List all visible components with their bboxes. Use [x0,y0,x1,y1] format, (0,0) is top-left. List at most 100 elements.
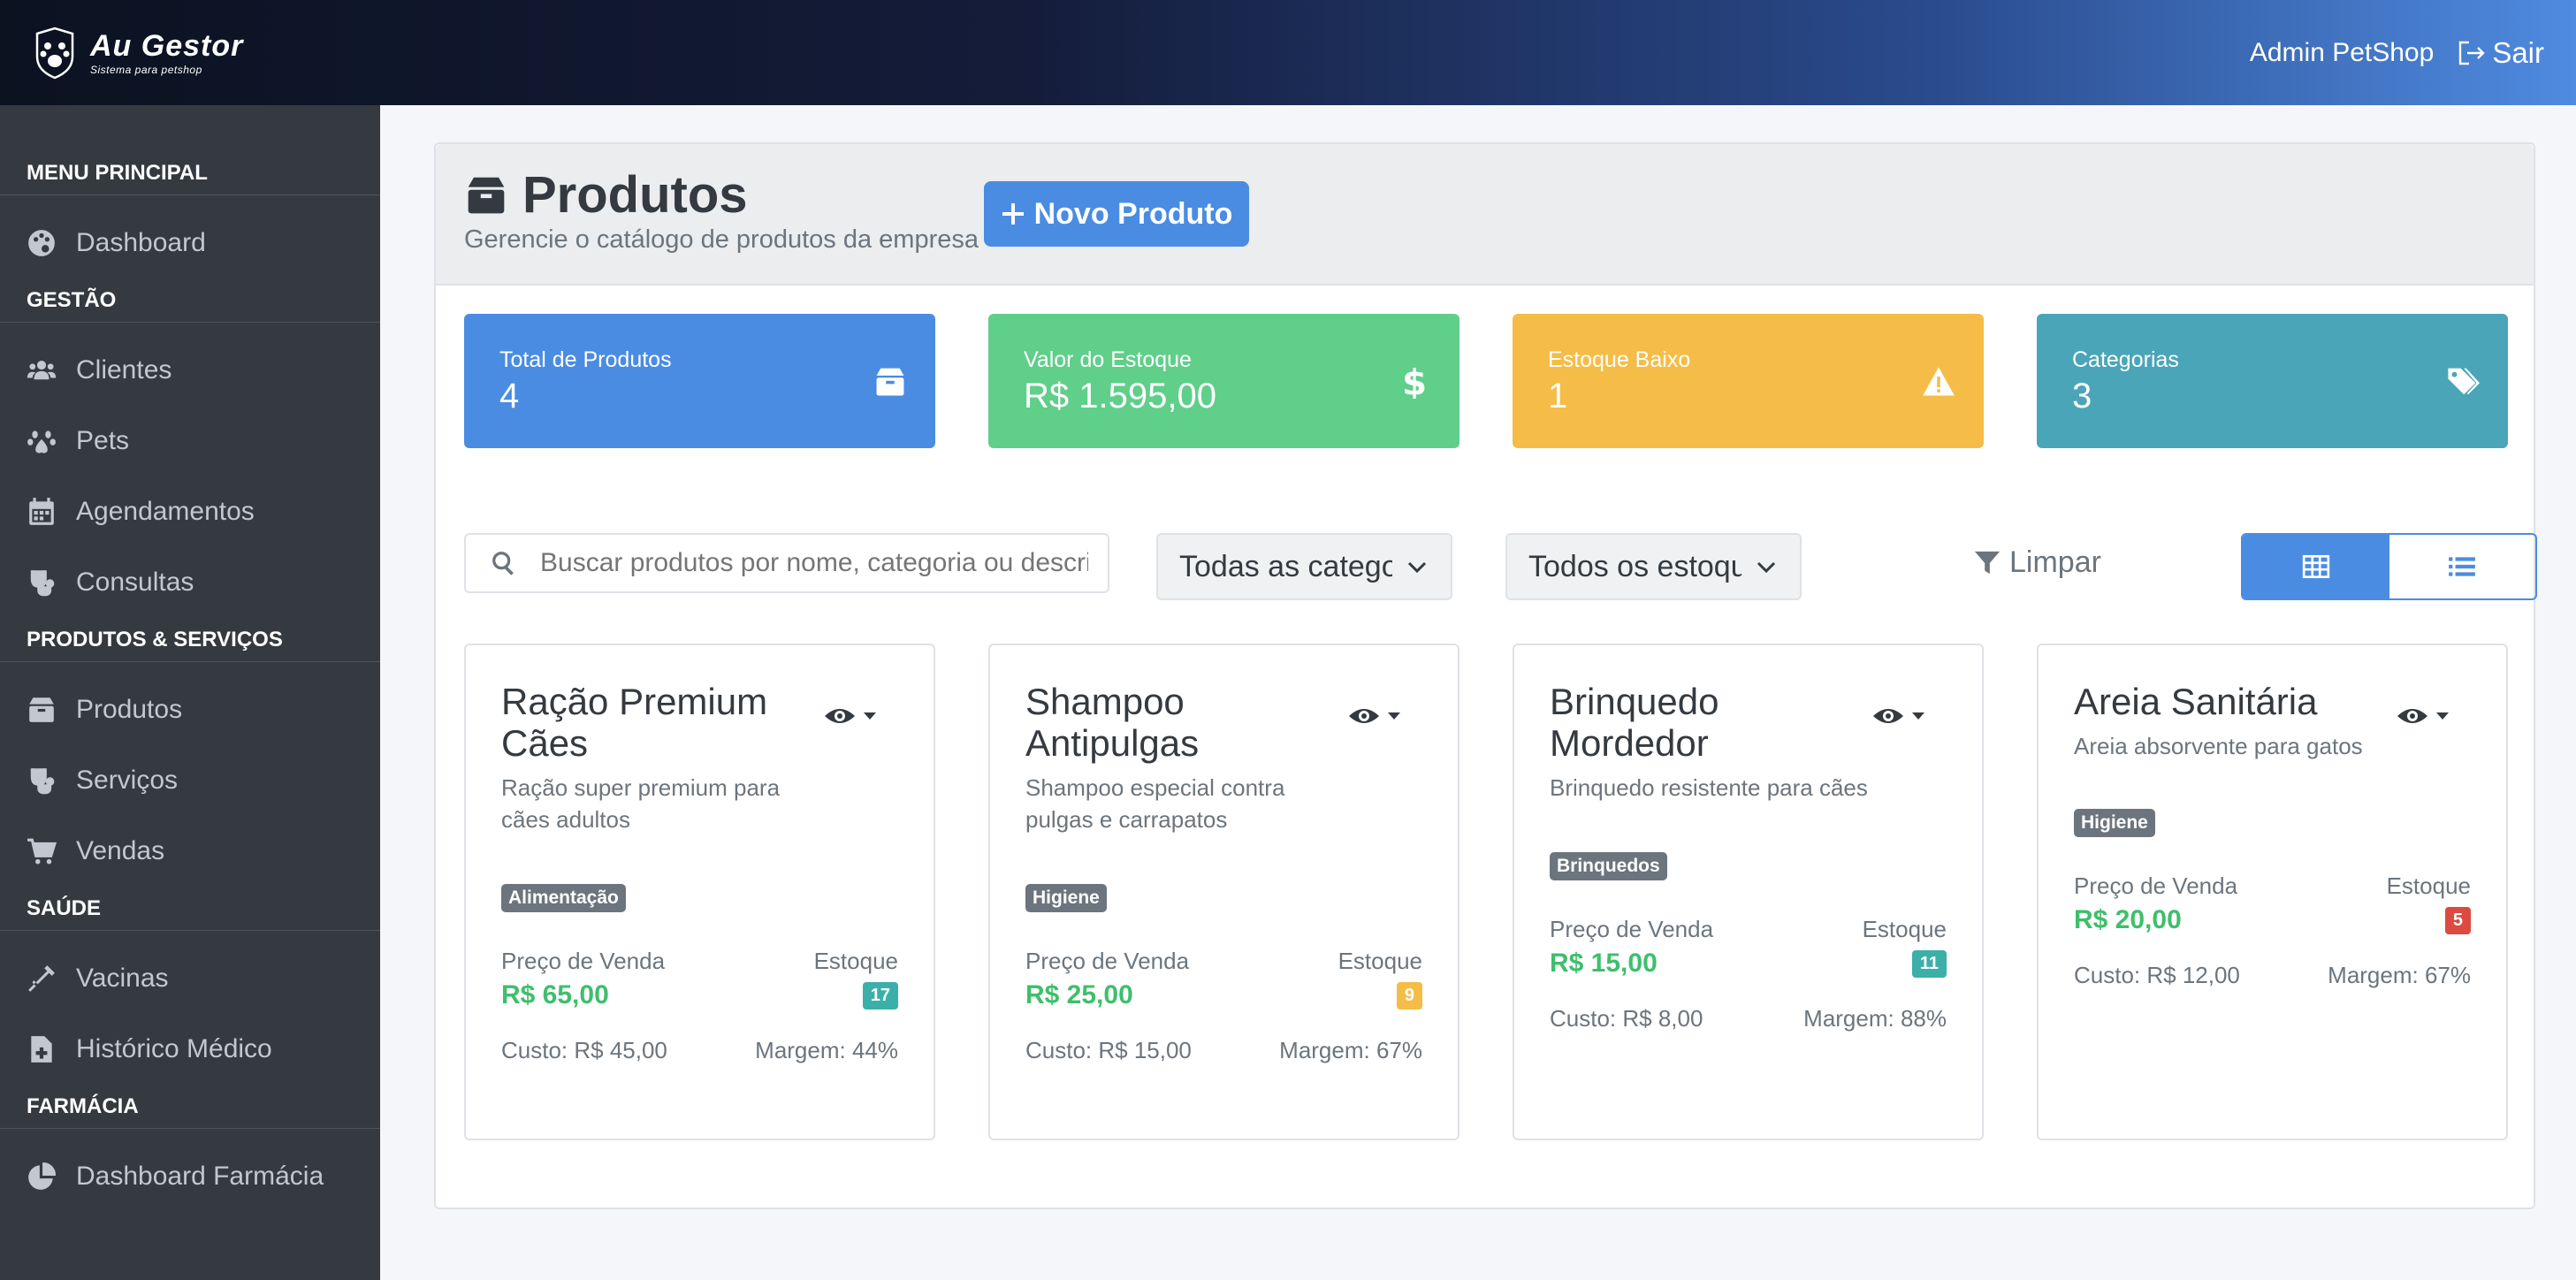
caret-down-icon [2436,712,2449,720]
product-card[interactable]: Brinquedo Mordedor Brinquedo resistente … [1513,644,1984,1140]
sidebar-item-agendamentos[interactable]: Agendamentos [0,476,380,547]
dollar-icon: $ [1402,365,1427,399]
product-card[interactable]: Ração Premium Cães Ração super premium p… [464,644,935,1140]
category-badge: Higiene [1025,883,1107,912]
product-name: Ração Premium Cães [501,681,768,765]
plus-icon [1002,203,1024,225]
sidebar-section-gestao: GESTÃO [0,278,380,323]
tags-icon [2448,368,2480,395]
stat-label: Total de Produtos [499,347,672,372]
palette-icon [28,230,55,256]
sidebar-section-farmacia: FARMÁCIA [0,1085,380,1129]
new-product-button[interactable]: Novo Produto [984,181,1249,247]
sidebar-item-historico-medico[interactable]: Histórico Médico [0,1014,380,1085]
stat-total-products: Total de Produtos 4 [464,314,935,448]
stat-low-stock: Estoque Baixo 1 [1513,314,1984,448]
stat-label: Estoque Baixo [1548,347,1691,372]
stat-label: Valor do Estoque [1024,347,1192,372]
product-actions-dropdown[interactable] [2397,700,2450,732]
margin-text: Margem: 44% [755,1036,898,1063]
chevron-down-icon [1757,561,1776,574]
chevron-down-icon [1407,561,1427,574]
panel-header: Produtos Gerencie o catálogo de produtos… [436,144,2534,286]
product-description: Shampoo especial contra pulgas e carrapa… [1025,774,1285,833]
stock-select[interactable]: Todos os estoques [1505,533,1802,600]
box-icon [468,177,505,213]
sidebar-item-label: Clientes [76,355,172,385]
sidebar-item-vacinas[interactable]: Vacinas [0,943,380,1014]
stock-badge: 9 [1396,981,1422,1010]
users-icon [27,360,57,380]
sidebar-item-consultas[interactable]: Consultas [0,547,380,618]
sidebar-item-dashboard[interactable]: Dashboard [0,208,380,278]
eye-icon [825,709,855,723]
eye-icon [2397,709,2427,723]
sidebar-item-clientes[interactable]: Clientes [0,335,380,406]
stock-badge: 5 [2444,906,2471,934]
sidebar-item-servicos[interactable]: Serviços [0,745,380,816]
caret-down-icon [1912,712,1924,720]
stats-row: Total de Produtos 4 Valor do Estoque R$ … [464,314,2508,448]
stock-label: Estoque [2386,872,2471,899]
stock-label: Estoque [813,947,898,974]
user-name[interactable]: Admin PetShop [2250,38,2434,68]
grid-view-button[interactable] [2243,535,2389,598]
sidebar-item-label: Consultas [76,568,194,597]
paw-logo-icon [35,27,74,79]
sidebar-item-dashboard-farmacia[interactable]: Dashboard Farmácia [0,1141,380,1212]
stat-categories: Categorias 3 [2037,314,2508,448]
top-navbar: Au Gestor Sistema para petshop Admin Pet… [0,0,2576,105]
price-label: Preço de Venda [1550,915,1714,942]
clear-filters-button[interactable]: Limpar [1974,545,2101,580]
sidebar-section-saude: SAÚDE [0,887,380,931]
product-actions-dropdown[interactable] [1348,700,1401,732]
search-box[interactable] [464,533,1109,593]
stock-select-value: Todos os estoques [1528,549,1741,583]
sidebar-item-vendas[interactable]: Vendas [0,816,380,887]
stock-label: Estoque [1338,947,1422,974]
clear-filters-label: Limpar [2009,545,2101,579]
margin-text: Margem: 67% [2328,961,2471,988]
sidebar-section-produtos-servicos: PRODUTOS & SERVIÇOS [0,618,380,662]
product-description: Areia absorvente para gatos [2074,733,2363,760]
sidebar-item-label: Vacinas [76,964,169,993]
stat-value: 4 [499,377,520,415]
filter-icon [1974,551,2001,574]
margin-text: Margem: 67% [1279,1036,1422,1063]
price-label: Preço de Venda [2074,872,2238,899]
products-panel: Produtos Gerencie o catálogo de produtos… [434,142,2537,1209]
sidebar-item-label: Agendamentos [76,497,255,526]
sale-price: R$ 20,00 [2074,904,2182,934]
stat-value: 3 [2072,377,2092,415]
sidebar-item-label: Serviços [76,766,179,795]
sidebar: MENU PRINCIPAL Dashboard GESTÃO Clientes… [0,105,380,1280]
logout-link[interactable]: Sair [2457,36,2544,70]
list-view-button[interactable] [2389,535,2536,598]
price-label: Preço de Venda [1025,947,1190,974]
category-badge: Alimentação [501,883,626,912]
stock-badge: 17 [862,981,898,1010]
new-product-label: Novo Produto [1033,196,1233,231]
brand-logo[interactable]: Au Gestor Sistema para petshop [32,27,243,80]
sidebar-item-label: Vendas [76,836,165,865]
search-input[interactable] [540,548,1088,578]
view-toggle [2241,533,2537,600]
stock-badge: 11 [1911,949,1947,978]
sidebar-item-pets[interactable]: Pets [0,406,380,476]
page-subtitle: Gerencie o catálogo de produtos da empre… [464,225,979,254]
filters-bar: Todas as categorias Todos os estoques Li… [464,533,2537,600]
box-icon [29,697,54,722]
product-description: Ração super premium para cães adultos [501,774,781,833]
sidebar-section-menu-principal: MENU PRINCIPAL [0,151,380,195]
category-select[interactable]: Todas as categorias [1156,533,1452,600]
sidebar-item-label: Histórico Médico [76,1034,272,1063]
product-card[interactable]: Areia Sanitária Areia absorvente para ga… [2037,644,2508,1140]
page-title-text: Produtos [522,166,748,224]
product-actions-dropdown[interactable] [1872,700,1925,732]
brand-title: Au Gestor [90,28,244,63]
caret-down-icon [1388,712,1400,720]
product-card[interactable]: Shampoo Antipulgas Shampoo especial cont… [988,644,1459,1140]
product-actions-dropdown[interactable] [824,700,877,732]
sidebar-item-produtos[interactable]: Produtos [0,674,380,745]
page-title: Produtos [464,165,748,225]
